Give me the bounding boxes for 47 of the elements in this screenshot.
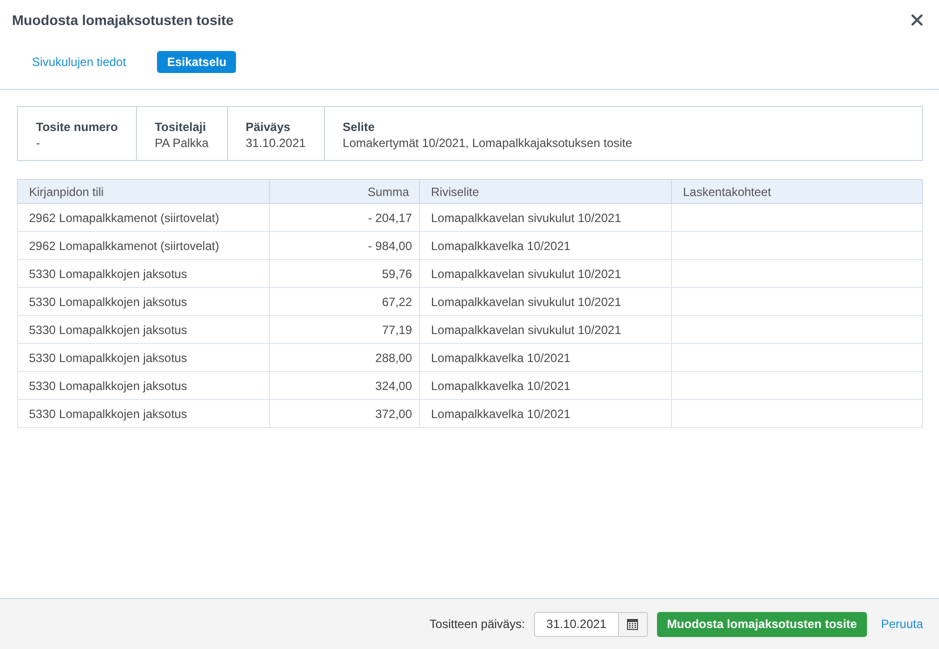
close-button[interactable] [911,14,923,26]
table-cell: 324,00 [270,372,420,400]
column-header: Summa [270,180,420,204]
summary-label: Päiväys [246,119,292,135]
table-cell: - 204,17 [270,204,420,232]
table-cell: 2962 Lomapalkkamenot (siirtovelat) [18,232,270,260]
table-cell: 5330 Lomapalkkojen jaksotus [18,288,270,316]
summary-label: Selite [342,119,376,135]
tab[interactable]: Esikatselu [157,51,236,73]
table-cell: - 984,00 [270,232,420,260]
table-cell: 372,00 [270,400,420,428]
cancel-link[interactable]: Peruuta [880,617,923,631]
table-cell: Lomapalkkavelka 10/2021 [420,344,672,372]
table-cell: 5330 Lomapalkkojen jaksotus [18,316,270,344]
table-cell: 5330 Lomapalkkojen jaksotus [18,344,270,372]
table-cell: 288,00 [270,344,420,372]
submit-button[interactable]: Muodosta lomajaksotusten tosite [656,612,867,636]
calendar-button[interactable] [618,612,648,636]
table-cell: 67,22 [270,288,420,316]
date-field[interactable]: 31.10.2021 [534,612,619,636]
table-cell: Lomapalkkavelan sivukulut 10/2021 [420,288,672,316]
calendar-icon [627,618,638,630]
table-cell: 59,76 [270,260,420,288]
column-header: Kirjanpidon tili [18,180,270,204]
summary-value: PA Palkka [154,135,209,152]
table-cell: Lomapalkkavelka 10/2021 [420,400,672,428]
table-cell: 5330 Lomapalkkojen jaksotus [18,260,270,288]
table-cell: Lomapalkkavelka 10/2021 [420,232,672,260]
summary-value: Lomakertymät 10/2021, Lomapalkkajaksotuksen tosite [342,135,634,152]
summary-value: - [36,135,41,152]
table-cell: 5330 Lomapalkkojen jaksotus [18,372,270,400]
tab[interactable]: Sivukulujen tiedot [22,51,136,73]
table-cell: Lomapalkkavelan sivukulut 10/2021 [420,260,672,288]
table-cell: Lomapalkkavelan sivukulut 10/2021 [420,316,672,344]
summary-value: 31.10.2021 [246,135,306,152]
close-icon [911,14,923,26]
table-cell: Lomapalkkavelka 10/2021 [420,372,672,400]
table-cell: 2962 Lomapalkkamenot (siirtovelat) [18,204,270,232]
table-cell: Lomapalkkavelan sivukulut 10/2021 [420,204,672,232]
table-cell: 77,19 [270,316,420,344]
dialog-title: Muodosta lomajaksotusten tosite [12,12,234,28]
column-header: Laskentakohteet [672,180,922,204]
summary-label: Tositelaji [154,119,207,135]
table-cell: 5330 Lomapalkkojen jaksotus [18,400,270,428]
date-label: Tositteen päiväys: [430,617,525,631]
column-header: Riviselite [420,180,672,204]
summary-label: Tosite numero [36,119,118,135]
